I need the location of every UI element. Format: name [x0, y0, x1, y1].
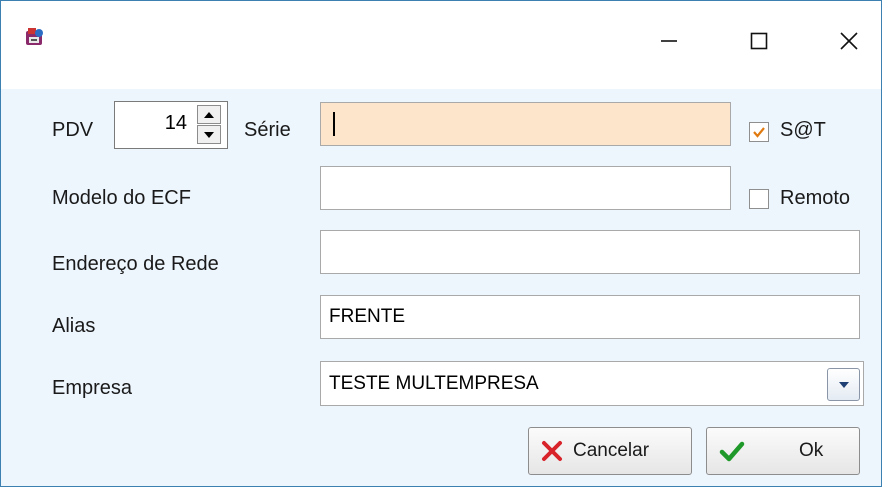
close-icon[interactable] — [827, 19, 871, 63]
remoto-label[interactable]: Remoto — [780, 187, 850, 210]
sat-checkbox[interactable] — [749, 122, 769, 142]
dialog-window: PDV 14 Série S@T Modelo do ECF Remoto En… — [0, 0, 882, 487]
pdv-spinner[interactable]: 14 — [114, 101, 228, 149]
serie-input[interactable] — [320, 102, 731, 146]
empresa-value: TESTE MULTEMPRESA — [329, 372, 539, 394]
alias-label: Alias — [52, 315, 96, 337]
spin-up-icon[interactable] — [197, 105, 221, 124]
pdv-label: PDV — [52, 119, 94, 141]
checkmark-icon — [719, 440, 745, 462]
alias-value: FRENTE — [329, 306, 405, 327]
modelo-input[interactable] — [320, 166, 731, 210]
empresa-label: Empresa — [52, 377, 133, 399]
alias-input[interactable]: FRENTE — [320, 295, 860, 339]
remoto-checkbox[interactable] — [749, 189, 769, 209]
cancel-label: Cancelar — [573, 440, 650, 461]
modelo-label: Modelo do ECF — [52, 187, 191, 209]
chevron-down-icon[interactable] — [827, 368, 860, 401]
sat-label[interactable]: S@T — [780, 119, 826, 142]
pdv-value[interactable]: 14 — [165, 112, 187, 135]
ok-button[interactable]: Ok — [706, 427, 860, 475]
empresa-select[interactable]: TESTE MULTEMPRESA — [320, 361, 864, 406]
maximize-icon[interactable] — [737, 19, 781, 63]
endereco-input[interactable] — [320, 230, 860, 274]
ok-label: Ok — [799, 440, 824, 461]
cancel-button[interactable]: Cancelar — [528, 427, 692, 475]
title-bar[interactable] — [1, 1, 881, 89]
cancel-x-icon — [541, 440, 563, 462]
serie-label: Série — [244, 119, 291, 141]
endereco-label: Endereço de Rede — [52, 253, 219, 275]
minimize-icon[interactable] — [647, 19, 691, 63]
text-caret — [333, 112, 335, 136]
spin-down-icon[interactable] — [197, 125, 221, 144]
app-icon — [23, 25, 47, 49]
